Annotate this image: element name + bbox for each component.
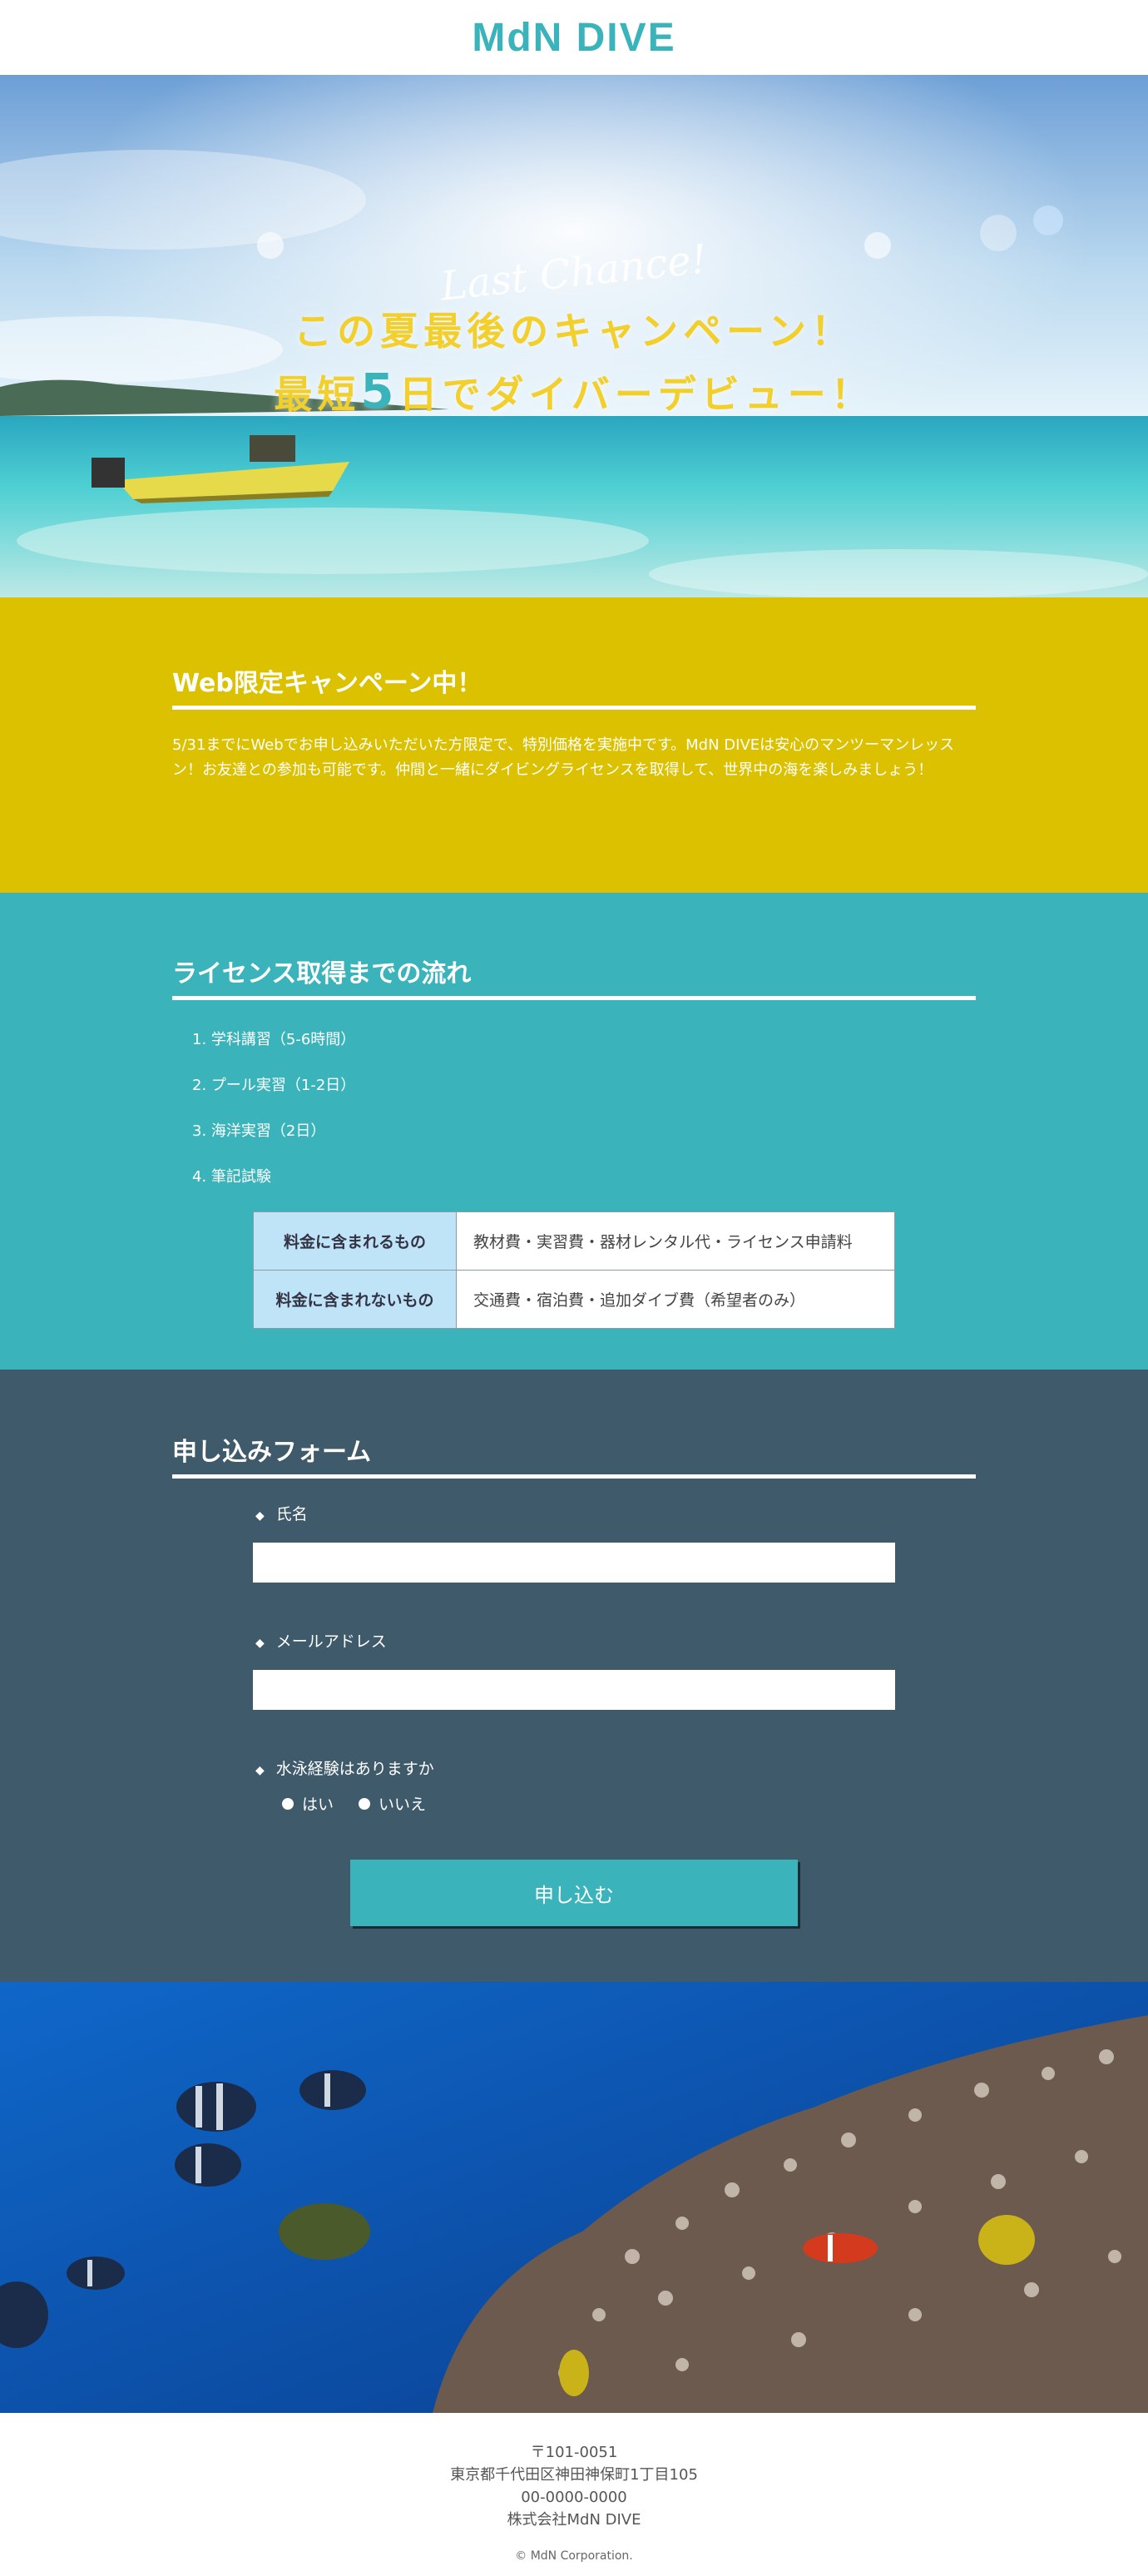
diamond-icon: ◆ [255,1509,265,1523]
table-row: 料金に含まれるもの 教材費・実習費・器材レンタル代・ライセンス申請料 [253,1211,895,1271]
radio-no[interactable]: いいえ [359,1792,426,1815]
form-section: 申し込みフォーム ◆ 氏名 ◆ メールアドレス ◆ 水泳経験はありますか はい いいえ… [0,1370,1148,1982]
price-table: 料金に含まれるもの 教材費・実習費・器材レンタル代・ライセンス申請料 料金に含ま… [253,1211,895,1329]
postal-code: 〒101-0051 [530,2444,618,2461]
hero-banner: Last Chance! この夏最後のキャンペーン！ 最短5日でダイバーデビュー… [0,75,1148,597]
table-head-excluded: 料金に含まれないもの [253,1270,457,1329]
coral-reef-photo [0,1982,1148,2413]
flow-title: ライセンス取得までの流れ [172,953,976,1000]
radio-yes[interactable]: はい [282,1792,334,1815]
diamond-icon: ◆ [255,1764,265,1777]
hero-line-2: 最短5日でダイバーデビュー！ [274,363,874,420]
radio-dot-icon[interactable] [359,1797,371,1810]
table-value-excluded: 交通費・宿泊費・追加ダイブ費（希望者のみ） [456,1270,895,1329]
campaign-title: Web限定キャンペーン中！ [172,662,976,710]
company-name: 株式会社MdN DIVE [507,2511,641,2529]
copyright: © MdN Corporation. [515,2549,633,2563]
email-input[interactable] [253,1670,895,1710]
name-input[interactable] [253,1543,895,1583]
diamond-icon: ◆ [255,1637,265,1650]
site-footer: 〒101-0051 東京都千代田区神田神保町1丁目105 00-0000-000… [0,2413,1148,2576]
table-value-included: 教材費・実習費・器材レンタル代・ライセンス申請料 [456,1211,895,1271]
hero-line-1: この夏最後のキャンペーン！ [294,309,854,354]
phone-number: 00-0000-0000 [521,2489,627,2506]
site-logo[interactable]: MdN DIVE [472,15,675,61]
swim-radio-group: はい いいえ [282,1792,976,1815]
site-header: MdN DIVE [0,0,1148,75]
table-head-included: 料金に含まれるもの [253,1211,457,1271]
flow-section: ライセンス取得までの流れ 1. 学科講習（5-6時間） 2. プール実習（1-2… [0,893,1148,1370]
submit-button[interactable]: 申し込む [350,1860,798,1926]
flow-step: 2. プール実習（1-2日） [192,1077,356,1094]
form-title: 申し込みフォーム [172,1431,976,1479]
flow-step: 1. 学科講習（5-6時間） [192,1031,356,1048]
swim-label: ◆ 水泳経験はありますか [255,1760,434,1778]
radio-dot-icon[interactable] [282,1797,294,1810]
name-label: ◆ 氏名 [255,1505,308,1523]
reef-image [0,1982,1148,2413]
flow-step: 3. 海洋実習（2日） [192,1122,326,1140]
table-row: 料金に含まれないもの 交通費・宿泊費・追加ダイブ費（希望者のみ） [253,1270,895,1329]
flow-steps: 1. 学科講習（5-6時間） 2. プール実習（1-2日） 3. 海洋実習（2日… [192,1023,976,1206]
email-label: ◆ メールアドレス [255,1632,387,1651]
campaign-section: Web限定キャンペーン中！ 5/31までにWebでお申し込みいただいた方限定で、… [0,597,1148,893]
address-line: 東京都千代田区神田神保町1丁目105 [450,2466,698,2484]
campaign-text: 5/31までにWebでお申し込みいただいた方限定で、特別価格を実施中です。MdN… [172,736,955,779]
footer-address: 〒101-0051 東京都千代田区神田神保町1丁目105 00-0000-000… [0,2441,1148,2531]
hero-headline: Last Chance! この夏最後のキャンペーン！ 最短5日でダイバーデビュー… [0,235,1148,426]
flow-step: 4. 筆記試験 [192,1168,271,1186]
